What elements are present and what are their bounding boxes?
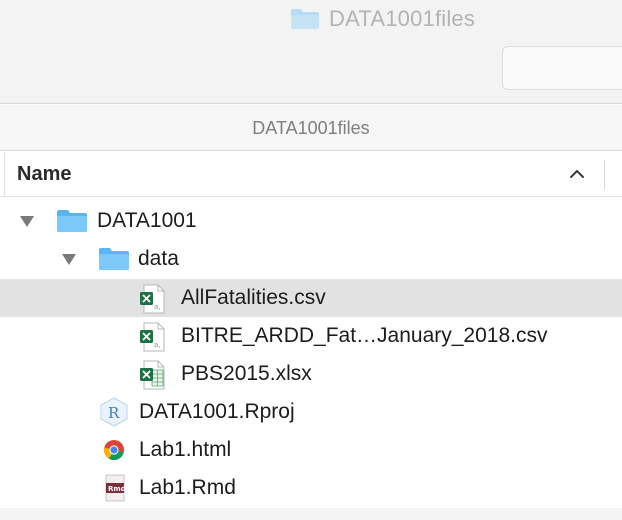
path-bar: DATA1001files	[0, 105, 622, 151]
csv-file-icon: a,	[140, 284, 165, 314]
file-name: data	[138, 247, 179, 270]
file-name: Lab1.Rmd	[139, 476, 236, 499]
chevron-up-icon[interactable]	[568, 165, 586, 183]
search-field[interactable]	[502, 46, 622, 90]
file-name: DATA1001	[97, 209, 197, 232]
folder-icon	[99, 248, 129, 270]
list-item-data[interactable]: data	[0, 240, 622, 278]
list-item-bitre-ardd[interactable]: a, BITRE_ARDD_Fat…January_2018.csv	[0, 317, 622, 355]
csv-file-icon: a,	[140, 322, 165, 352]
window-titlebar: DATA1001files	[0, 0, 622, 104]
list-item-pbs2015[interactable]: PBS2015.xlsx	[0, 355, 622, 393]
file-name: PBS2015.xlsx	[181, 362, 312, 385]
column-divider	[4, 152, 5, 197]
folder-icon	[291, 9, 319, 29]
svg-text:Rmd: Rmd	[108, 485, 126, 493]
list-item-data1001[interactable]: DATA1001	[0, 202, 622, 240]
file-name: DATA1001.Rproj	[139, 400, 295, 423]
list-item-lab1-rmd[interactable]: Rmd Lab1.Rmd	[0, 469, 622, 507]
xlsx-file-icon	[140, 360, 165, 390]
list-empty-area	[0, 508, 622, 520]
rproj-file-icon: R	[100, 397, 128, 427]
list-item-lab1-html[interactable]: Lab1.html	[0, 431, 622, 469]
column-divider[interactable]	[604, 160, 605, 190]
svg-text:a,: a,	[154, 341, 161, 349]
svg-text:R: R	[108, 404, 120, 422]
name-column-header[interactable]: Name	[17, 163, 71, 186]
window-title-text: DATA1001files	[329, 6, 476, 31]
file-name: AllFatalities.csv	[181, 286, 326, 309]
disclosure-triangle-icon[interactable]	[19, 214, 35, 228]
path-bar-label: DATA1001files	[252, 118, 370, 138]
disclosure-triangle-icon[interactable]	[61, 252, 77, 266]
chrome-icon	[103, 440, 124, 461]
folder-icon	[57, 210, 87, 232]
column-header: Name	[0, 152, 622, 197]
list-item-allfatalities[interactable]: a, AllFatalities.csv	[0, 279, 622, 317]
window-title: DATA1001files	[290, 6, 475, 32]
file-name: Lab1.html	[139, 438, 232, 461]
list-item-rproj[interactable]: R DATA1001.Rproj	[0, 393, 622, 431]
svg-text:a,: a,	[154, 303, 161, 311]
rmd-file-icon: Rmd	[105, 474, 126, 502]
file-name: BITRE_ARDD_Fat…January_2018.csv	[181, 324, 548, 347]
